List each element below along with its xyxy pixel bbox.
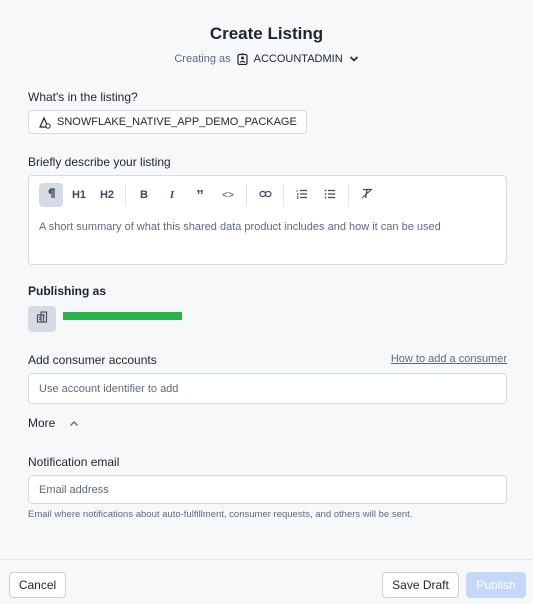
ordered-list-button[interactable]: [290, 183, 314, 207]
listing-package-chip[interactable]: SNOWFLAKE_NATIVE_APP_DEMO_PACKAGE: [28, 110, 307, 134]
role-name: ACCOUNTADMIN: [253, 53, 343, 65]
notification-label: Notification email: [28, 455, 120, 469]
clear-format-button[interactable]: [355, 183, 379, 207]
clear-format-icon: [361, 188, 373, 202]
building-icon: [36, 310, 48, 328]
description-placeholder: A short summary of what this shared data…: [39, 221, 441, 233]
italic-button[interactable]: I: [160, 183, 184, 207]
heading1-button[interactable]: H1: [67, 183, 91, 207]
creating-as-row: Creating as ACCOUNTADMIN: [0, 53, 533, 65]
quote-button[interactable]: ”: [188, 183, 212, 207]
footer-divider: [0, 559, 533, 560]
consumer-account-input[interactable]: [28, 373, 507, 404]
listing-label: What's in the listing?: [28, 90, 138, 104]
toolbar-divider: [348, 184, 349, 206]
notification-email-input[interactable]: [28, 475, 507, 504]
link-icon: [258, 189, 272, 201]
notification-helper-text: Email where notifications about auto-ful…: [28, 509, 413, 520]
native-app-icon: [38, 116, 51, 129]
publish-button[interactable]: Publish: [466, 572, 526, 598]
cancel-button[interactable]: Cancel: [9, 572, 66, 598]
publishing-label: Publishing as: [28, 284, 107, 298]
how-to-add-consumer-link[interactable]: How to add a consumer: [391, 353, 507, 365]
chevron-up-icon: [69, 420, 79, 427]
bullet-list-icon: [324, 189, 336, 202]
more-label: More: [28, 416, 56, 430]
bold-button[interactable]: B: [132, 183, 156, 207]
provider-name-redacted: [63, 312, 182, 320]
package-name: SNOWFLAKE_NATIVE_APP_DEMO_PACKAGE: [57, 116, 297, 128]
provider-avatar: [28, 306, 56, 332]
role-badge-icon: [237, 53, 248, 65]
creating-as-label: Creating as: [174, 53, 231, 65]
bullet-list-button[interactable]: [318, 183, 342, 207]
toolbar-divider: [125, 184, 126, 206]
heading2-button[interactable]: H2: [95, 183, 119, 207]
role-selector[interactable]: ACCOUNTADMIN: [237, 53, 359, 65]
ordered-list-icon: [296, 189, 308, 202]
toolbar-divider: [283, 184, 284, 206]
description-label: Briefly describe your listing: [28, 155, 171, 169]
link-button[interactable]: [253, 183, 277, 207]
more-toggle[interactable]: More: [28, 416, 79, 430]
editor-toolbar: H1 H2 B I ” <>: [39, 183, 383, 207]
code-button[interactable]: <>: [216, 183, 240, 207]
save-draft-button[interactable]: Save Draft: [382, 572, 459, 598]
page-title: Create Listing: [209, 24, 324, 43]
paragraph-icon: [46, 188, 56, 202]
description-editor[interactable]: H1 H2 B I ” <> A short summary of what t…: [28, 175, 507, 265]
chevron-down-icon: [349, 55, 359, 63]
paragraph-button[interactable]: [39, 183, 63, 207]
toolbar-divider: [246, 184, 247, 206]
consumers-label: Add consumer accounts: [28, 353, 157, 367]
